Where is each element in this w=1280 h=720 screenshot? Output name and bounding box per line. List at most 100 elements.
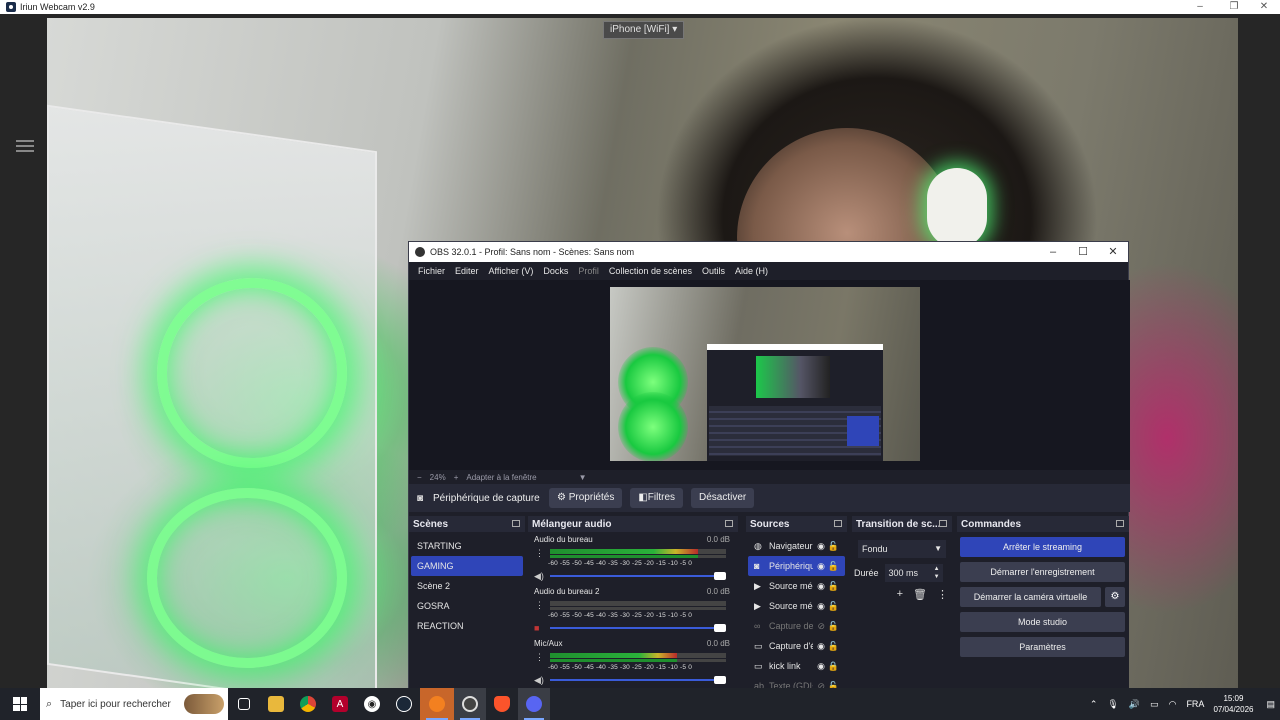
source-item[interactable]: ◍ Navigateur ◉ 🔓 (748, 536, 845, 556)
menu-docks[interactable]: Docks (538, 266, 573, 276)
device-select[interactable]: iPhone [WiFi] ▾ (603, 21, 685, 39)
stop-streaming-button[interactable]: Arrêter le streaming (960, 537, 1125, 557)
eye-icon[interactable]: ◉ (817, 601, 825, 612)
eye-icon[interactable]: ◉ (817, 561, 825, 572)
source-item[interactable]: ▶ Source média ◉🔓 (748, 596, 845, 616)
obs-preview-area[interactable] (409, 280, 1130, 470)
undock-icon[interactable] (834, 520, 842, 527)
source-item[interactable]: ◙ Périphérique ◉🔓 (748, 556, 845, 576)
source-item[interactable]: ∞ Capture de ⊘ 🔓 (748, 616, 845, 636)
more-options-icon[interactable]: ⋮ (535, 548, 544, 559)
preview-canvas[interactable] (610, 287, 920, 461)
lock-open-icon[interactable]: 🔓 (828, 621, 839, 632)
wifi-icon[interactable]: ◠ (1169, 699, 1177, 710)
task-view-icon[interactable] (228, 688, 260, 720)
source-item[interactable]: ▭ kick link ◉ 🔒 (748, 656, 845, 676)
notifications-icon[interactable]: ▤ (1266, 699, 1275, 710)
volume-slider[interactable] (550, 624, 726, 632)
obs-icon[interactable]: ◉ (356, 688, 388, 720)
start-virtual-camera-button[interactable]: Démarrer la caméra virtuelle (960, 587, 1101, 607)
volume-slider[interactable] (550, 676, 726, 684)
close-button[interactable]: ✕ (1252, 0, 1276, 14)
spinner-arrows-icon[interactable]: ▲ ▼ (934, 565, 940, 581)
obs-close-button[interactable]: ✕ (1098, 242, 1128, 262)
microphone-icon[interactable]: 🎙 (1107, 699, 1118, 710)
scene-item-gaming[interactable]: GAMING (411, 556, 523, 576)
volume-slider-handle[interactable] (714, 676, 726, 684)
undock-icon[interactable] (1116, 520, 1124, 527)
scene-item-reaction[interactable]: REACTION (411, 616, 523, 636)
menu-aide[interactable]: Aide (H) (730, 266, 773, 276)
speaker-icon[interactable]: ◀) (534, 571, 544, 582)
brave-icon[interactable] (486, 688, 518, 720)
network-icon[interactable]: ▭ (1150, 699, 1159, 710)
file-explorer-icon[interactable] (260, 688, 292, 720)
minimize-button[interactable]: – (1188, 0, 1212, 14)
lock-open-icon[interactable]: 🔓 (828, 641, 839, 652)
more-options-icon[interactable]: ⋮ (535, 600, 544, 611)
source-item[interactable]: ▶ Source média ◉🔓 (748, 576, 845, 596)
eye-icon[interactable]: ◉ (817, 581, 825, 592)
taskbar-search[interactable]: ⌕ Taper ici pour rechercher (40, 688, 228, 720)
volume-slider-handle[interactable] (714, 624, 726, 632)
deactivate-button[interactable]: Désactiver (691, 488, 755, 508)
menu-fichier[interactable]: Fichier (413, 266, 450, 276)
steam-icon[interactable] (388, 688, 420, 720)
lock-open-icon[interactable]: 🔓 (828, 541, 839, 552)
undock-icon[interactable] (512, 520, 520, 527)
obs-active-icon[interactable] (454, 688, 486, 720)
lock-open-icon[interactable]: 🔓 (828, 561, 839, 572)
start-recording-button[interactable]: Démarrer l'enregistrement (960, 562, 1125, 582)
filters-button[interactable]: ◧Filtres (630, 488, 684, 508)
discord-icon[interactable] (518, 688, 550, 720)
scene-item-scene-2[interactable]: Scène 2 (411, 576, 523, 596)
obs-maximize-button[interactable]: ☐ (1068, 242, 1098, 262)
undock-icon[interactable] (725, 520, 733, 527)
source-item[interactable]: ▭ Capture d'écran ◉🔓 (748, 636, 845, 656)
fit-window-button[interactable]: Adapter à la fenêtre (466, 473, 536, 482)
adobe-icon[interactable]: A (324, 688, 356, 720)
cloudflare-icon[interactable] (420, 688, 454, 720)
add-transition-icon[interactable]: + (897, 588, 903, 601)
lock-closed-icon[interactable]: 🔒 (828, 661, 839, 672)
menu-outils[interactable]: Outils (697, 266, 730, 276)
more-options-icon[interactable]: ⋮ (535, 652, 544, 663)
chevron-up-icon[interactable]: ⌃ (1090, 699, 1098, 710)
menu-editer[interactable]: Editer (450, 266, 484, 276)
studio-mode-button[interactable]: Mode studio (960, 612, 1125, 632)
gear-icon[interactable]: ⚙ (1105, 587, 1125, 607)
zoom-in-button[interactable]: + (454, 473, 459, 482)
scene-item-starting[interactable]: STARTING (411, 536, 523, 556)
language-indicator[interactable]: FRA (1186, 699, 1204, 709)
menu-collection-scenes[interactable]: Collection de scènes (604, 266, 697, 276)
chrome-icon[interactable] (292, 688, 324, 720)
zoom-chevron-icon[interactable]: ▼ (579, 473, 587, 482)
eye-icon[interactable]: ◉ (817, 661, 825, 672)
zoom-out-button[interactable]: − (417, 473, 422, 482)
trash-icon[interactable]: 🗑 (913, 588, 927, 601)
undock-icon[interactable] (939, 520, 947, 527)
eye-icon[interactable]: ◉ (817, 641, 825, 652)
scene-item-gosra[interactable]: GOSRA (411, 596, 523, 616)
transition-type-select[interactable]: Fondu ▼ (858, 540, 946, 558)
clock[interactable]: 15:09 07/04/2026 (1213, 693, 1253, 715)
lock-open-icon[interactable]: 🔓 (828, 581, 839, 592)
volume-icon[interactable]: 🔊 (1129, 699, 1140, 710)
volume-slider[interactable] (550, 572, 726, 580)
start-button[interactable] (0, 688, 40, 720)
restore-button[interactable]: ❐ (1222, 0, 1246, 14)
lock-open-icon[interactable]: 🔓 (828, 601, 839, 612)
eye-off-icon[interactable]: ⊘ (817, 621, 825, 632)
properties-button[interactable]: ⚙ Propriétés (549, 488, 623, 508)
muted-speaker-icon[interactable]: ■ (534, 623, 539, 633)
hamburger-menu-icon[interactable] (16, 140, 34, 155)
speaker-icon[interactable]: ◀) (534, 675, 544, 686)
more-options-icon[interactable]: ⋮ (937, 588, 948, 601)
eye-icon[interactable]: ◉ (817, 541, 825, 552)
duration-field[interactable]: 300 ms ▲ ▼ (884, 564, 943, 582)
obs-minimize-button[interactable]: – (1038, 242, 1068, 262)
volume-slider-handle[interactable] (714, 572, 726, 580)
menu-profil[interactable]: Profil (573, 266, 604, 276)
settings-button[interactable]: Paramètres (960, 637, 1125, 657)
menu-afficher[interactable]: Afficher (V) (484, 266, 539, 276)
